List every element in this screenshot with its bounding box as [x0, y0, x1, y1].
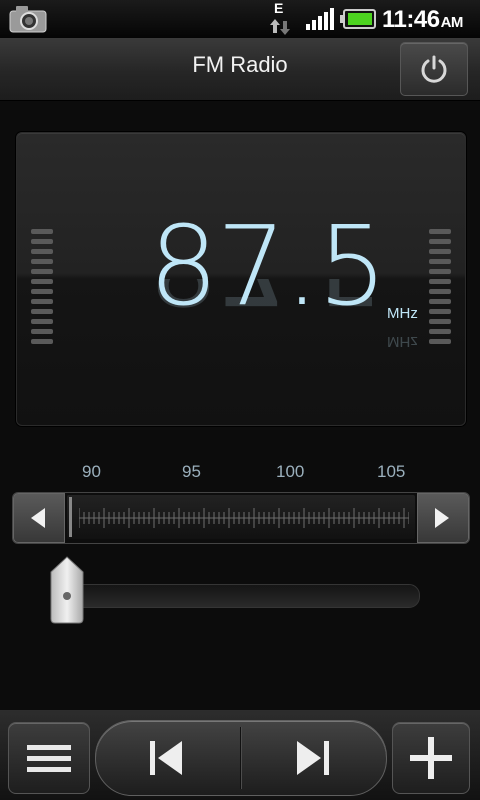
- data-activity-icon: E: [270, 1, 290, 35]
- scale-label: 105: [377, 462, 406, 481]
- tune-up-button[interactable]: [417, 493, 469, 543]
- clock-ampm: AM: [440, 14, 464, 31]
- status-bar: E 11:46AM: [0, 0, 480, 38]
- network-type-label: E: [274, 0, 284, 16]
- add-icon: [410, 737, 452, 779]
- next-station-button[interactable]: [241, 721, 385, 795]
- power-button[interactable]: [400, 42, 468, 96]
- station-navigation: [95, 720, 387, 796]
- menu-icon: [27, 745, 71, 772]
- skip-next-icon: [297, 741, 329, 775]
- clock-time: 11:46: [382, 6, 440, 33]
- previous-station-button[interactable]: [96, 721, 240, 795]
- tuning-bar: [12, 492, 470, 544]
- scale-label: 95: [182, 462, 201, 481]
- frequency-unit: MHz: [387, 305, 418, 322]
- frequency-reflection: 87.5: [127, 279, 407, 319]
- volume-thumb[interactable]: [49, 556, 85, 629]
- menu-button[interactable]: [8, 722, 90, 794]
- tuning-dial[interactable]: [67, 495, 415, 539]
- signal-strength-icon: [306, 8, 334, 35]
- frequency-unit-reflection: MHz: [387, 333, 418, 350]
- tuning-needle[interactable]: [69, 497, 72, 537]
- tuning-ticks: [79, 508, 409, 528]
- camera-icon: [9, 5, 49, 38]
- tune-down-button[interactable]: [13, 493, 65, 543]
- volume-track[interactable]: [60, 584, 420, 608]
- arrow-left-icon: [31, 508, 45, 528]
- add-station-button[interactable]: [392, 722, 470, 794]
- vu-meter-right: [429, 229, 451, 349]
- arrow-right-icon: [435, 508, 449, 528]
- scale-label: 90: [82, 462, 101, 481]
- vu-meter-left: [31, 229, 53, 349]
- skip-previous-icon: [150, 741, 182, 775]
- scale-label: 100: [276, 462, 305, 481]
- bottom-toolbar: [0, 710, 480, 800]
- title-bar: FM Radio: [0, 38, 480, 101]
- battery-charging-icon: [340, 9, 376, 34]
- clock: 11:46AM: [382, 6, 463, 34]
- frequency-display: 87.5 87.5 MHz MHz: [16, 132, 466, 426]
- power-icon: [421, 55, 447, 83]
